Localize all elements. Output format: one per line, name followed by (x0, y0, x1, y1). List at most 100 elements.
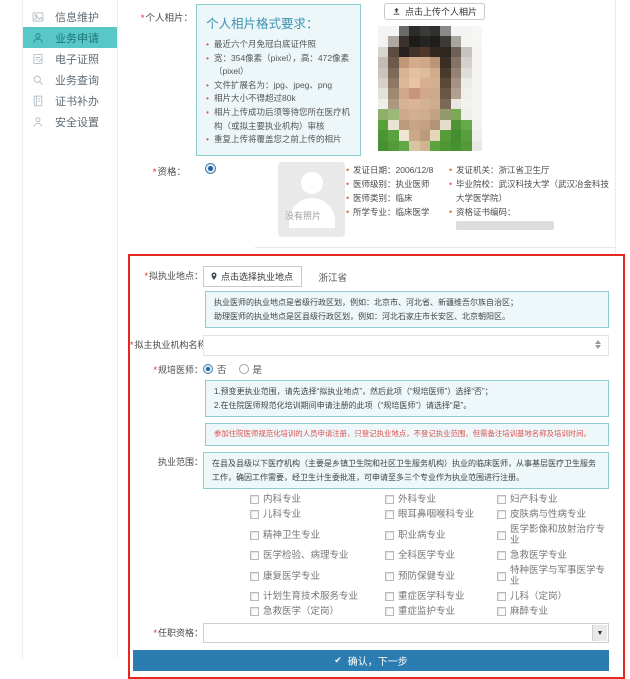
checkbox-icon (497, 607, 506, 616)
training-radio-yes[interactable] (239, 364, 249, 374)
checkbox-icon (385, 592, 394, 601)
search-icon (32, 74, 44, 86)
sidebar-item-label: 业务申请 (55, 30, 99, 46)
practice-scope-label: 执业范围： (130, 452, 203, 489)
sidebar: 信息维护 业务申请 电子证照 业务查询 证书补办 安全设置 (0, 0, 118, 658)
scope-option[interactable]: 康复医学专业 (250, 565, 385, 587)
location-hint-box: 执业医师的执业地点是省级行政区划，例如：北京市、河北省、新疆维吾尔族自治区； 助… (205, 291, 609, 328)
uploaded-photo (378, 26, 482, 151)
user-lock-icon (32, 116, 44, 128)
checkbox-icon (497, 572, 506, 581)
scope-option[interactable]: 儿科专业 (250, 509, 385, 520)
sidebar-item-label: 电子证照 (55, 51, 99, 67)
checkbox-icon (385, 510, 394, 519)
detail-item: 发证日期：2006/12/8 (346, 163, 448, 177)
scope-option[interactable]: 皮肤病与性病专业 (497, 509, 609, 520)
scope-option[interactable]: 急救医学（定岗） (250, 606, 385, 617)
scope-option[interactable]: 全科医学专业 (385, 550, 497, 561)
training-hint-line2: 2.在住院医师规范化培训期间申请注册的此项（“规培医师”）请选择“是”。 (214, 399, 600, 413)
personal-photo-label: *个人相片： (119, 10, 193, 24)
notebook-icon (32, 95, 44, 107)
main-org-label: *拟主执业机构名称： (130, 335, 203, 356)
sidebar-item-info-maintenance[interactable]: 信息维护 (23, 6, 117, 27)
check-icon: ✔ (334, 655, 342, 666)
photo-requirements-box: 个人相片格式要求： 最近六个月免冠白底证件照 宽：354像素（pixel），高：… (196, 4, 361, 156)
checkbox-icon (497, 495, 506, 504)
photo-requirement-item: 相片大小不得超过80k (206, 92, 352, 106)
qualification-label: *资格： (119, 164, 186, 178)
checkbox-icon (385, 572, 394, 581)
scope-option[interactable]: 内科专业 (250, 494, 385, 505)
scope-option[interactable]: 职业病专业 (385, 524, 497, 546)
scope-option[interactable]: 眼耳鼻咽喉科专业 (385, 509, 497, 520)
page: { "misc": { "required_mark": "*" }, "ico… (0, 0, 630, 658)
photo-requirement-item: 重复上传将覆盖您之前上传的相片 (206, 133, 352, 147)
checkbox-icon (497, 592, 506, 601)
sidebar-item-business-application[interactable]: 业务申请 (23, 27, 117, 48)
section-divider (255, 247, 615, 248)
sidebar-item-certificate-reissue[interactable]: 证书补办 (23, 90, 117, 111)
combobox-spinner-icon (594, 340, 602, 352)
checkbox-icon (250, 607, 259, 616)
scope-option[interactable]: 特种医学与军事医学专业 (497, 565, 609, 587)
sidebar-item-label: 业务查询 (55, 72, 99, 88)
user-icon (32, 32, 44, 44)
training-radio-no[interactable] (203, 364, 213, 374)
scope-option[interactable]: 外科专业 (385, 494, 497, 505)
training-option-yes-label[interactable]: 是 (253, 362, 263, 376)
scope-option[interactable]: 重症医学科专业 (385, 591, 497, 602)
qualification-radio[interactable] (205, 163, 216, 174)
checkbox-icon (250, 510, 259, 519)
confirm-next-button[interactable]: ✔ 确认，下一步 (133, 650, 609, 671)
sidebar-item-electronic-certificate[interactable]: 电子证照 (23, 48, 117, 69)
training-hint-box: 1.预变更执业范围，请先选择“拟执业地点”，然后此项（“规培医师”）选择“否”；… (205, 380, 609, 417)
selected-location-value: 浙江省 (318, 266, 347, 284)
location-hint-line2: 助理医师的执业地点是区县级行政区划，例如：河北石家庄市长安区、北京朝阳区。 (214, 310, 600, 324)
training-warning-box: 参加住院医师规范化培训的人员申请注册，只登记执业地点，不登记执业范围，但需备注培… (205, 423, 609, 446)
scope-option[interactable]: 妇产科专业 (497, 494, 609, 505)
scope-option[interactable]: 麻醉专业 (497, 606, 609, 617)
checkbox-icon (250, 495, 259, 504)
detail-item: 医师类别：临床 (346, 191, 448, 205)
checkbox-icon (497, 551, 506, 560)
sidebar-item-security-settings[interactable]: 安全设置 (23, 111, 117, 132)
detail-item: 资格证书编码： (449, 205, 613, 233)
scope-option[interactable]: 急救医学专业 (497, 550, 609, 561)
training-option-no-label[interactable]: 否 (217, 362, 227, 376)
scope-checkbox-grid: 内科专业 外科专业 妇产科专业 儿科专业 眼耳鼻咽喉科专业 皮肤病与性病专业 精… (250, 494, 609, 617)
sidebar-menu: 信息维护 业务申请 电子证照 业务查询 证书补办 安全设置 (23, 6, 117, 132)
no-photo-text: 没有照片 (285, 209, 321, 222)
silhouette-head-icon (301, 172, 323, 194)
scope-option[interactable]: 医学检验、病理专业 (250, 550, 385, 561)
scope-option[interactable]: 儿科（定岗） (497, 591, 609, 602)
checkbox-icon (250, 531, 259, 540)
checkbox-icon (250, 592, 259, 601)
scope-hint-box: 在县及县级以下医疗机构（主要是乡镇卫生院和社区卫生服务机构）执业的临床医师，从事… (203, 452, 609, 489)
checkbox-icon (250, 572, 259, 581)
photo-requirement-item: 宽：354像素（pixel），高：472像素（pixel） (206, 52, 352, 79)
checkbox-icon (497, 531, 506, 540)
sidebar-item-business-query[interactable]: 业务查询 (23, 69, 117, 90)
dropdown-arrow-icon[interactable]: ▼ (592, 625, 607, 641)
upload-photo-button[interactable]: 点击上传个人相片 (384, 3, 485, 20)
image-icon (32, 11, 44, 23)
detail-item: 所学专业：临床医学 (346, 205, 448, 219)
main-content: *个人相片： 个人相片格式要求： 最近六个月免冠白底证件照 宽：354像素（pi… (119, 0, 616, 658)
checkbox-icon (385, 607, 394, 616)
scope-option[interactable]: 精神卫生专业 (250, 524, 385, 546)
title-qualification-select[interactable]: ▼ (203, 623, 609, 643)
scope-option[interactable]: 预防保健专业 (385, 565, 497, 587)
scope-option[interactable]: 计划生育技术服务专业 (250, 591, 385, 602)
photo-requirement-item: 文件扩展名为：jpg、jpeg、png (206, 79, 352, 93)
scope-option[interactable]: 医学影像和放射治疗专业 (497, 524, 609, 546)
photo-requirement-item: 相片上传成功后须等待您所在医疗机构（或拟主要执业机构）审核 (206, 106, 352, 133)
upload-icon (392, 7, 401, 16)
choose-location-button[interactable]: 点击选择执业地点 (203, 266, 302, 287)
main-org-combobox[interactable] (203, 335, 609, 356)
scope-option[interactable]: 重症监护专业 (385, 606, 497, 617)
document-edit-icon (32, 53, 44, 65)
registration-form-box: *拟执业地点： 点击选择执业地点 浙江省 执业医师的执业地点是省级行政区划，例如… (128, 254, 625, 679)
redacted-certificate-code (456, 221, 554, 230)
no-photo-placeholder: 没有照片 (278, 162, 345, 237)
photo-requirements-title: 个人相片格式要求： (206, 13, 352, 32)
